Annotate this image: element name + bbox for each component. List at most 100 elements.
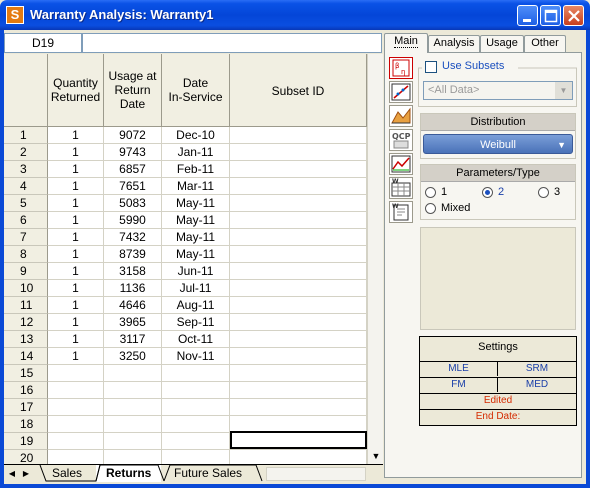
selected-cell-outline[interactable] (230, 431, 367, 449)
table-row[interactable]: 11 1 4646 Aug-11 (4, 297, 367, 314)
subset-combo[interactable]: <All Data> ▼ (423, 81, 573, 100)
plot-button[interactable] (389, 81, 413, 103)
tab-main[interactable]: Main (384, 33, 428, 53)
row-number[interactable]: 11 (4, 297, 48, 314)
minimize-button[interactable] (517, 5, 538, 26)
cell-subset-id[interactable] (230, 331, 367, 348)
table-row[interactable]: 10 1 1136 Jul-11 (4, 280, 367, 297)
formula-bar[interactable] (82, 33, 382, 53)
cell-usage-at-return-date[interactable]: 6857 (104, 161, 162, 178)
cell-quantity-returned[interactable]: 1 (48, 212, 104, 229)
table-row[interactable]: 7 1 7432 May-11 (4, 229, 367, 246)
table-row[interactable]: 12 1 3965 Sep-11 (4, 314, 367, 331)
cell-date-in-service[interactable]: May-11 (162, 195, 230, 212)
cell-date-in-service[interactable] (162, 399, 230, 416)
data-sheet[interactable]: Quantity Returned Usage at Return Date D… (4, 54, 367, 464)
cell-quantity-returned[interactable]: 1 (48, 331, 104, 348)
cell-date-in-service[interactable]: Dec-10 (162, 127, 230, 144)
cell-usage-at-return-date[interactable]: 7432 (104, 229, 162, 246)
cell-subset-id[interactable] (230, 229, 367, 246)
cell-usage-at-return-date[interactable]: 3117 (104, 331, 162, 348)
cell-quantity-returned[interactable] (48, 399, 104, 416)
cell-date-in-service[interactable]: May-11 (162, 229, 230, 246)
cell-usage-at-return-date[interactable] (104, 365, 162, 382)
tab-usage[interactable]: Usage (480, 35, 524, 52)
cell-quantity-returned[interactable]: 1 (48, 127, 104, 144)
table-row[interactable]: 13 1 3117 Oct-11 (4, 331, 367, 348)
cell-date-in-service[interactable] (162, 382, 230, 399)
row-number[interactable]: 9 (4, 263, 48, 280)
cell-usage-at-return-date[interactable] (104, 433, 162, 450)
cell-usage-at-return-date[interactable]: 4646 (104, 297, 162, 314)
cell-date-in-service[interactable] (162, 450, 230, 464)
table-row[interactable]: 9 1 3158 Jun-11 (4, 263, 367, 280)
cell-usage-at-return-date[interactable]: 5083 (104, 195, 162, 212)
3d-plot-button[interactable] (389, 105, 413, 127)
cell-subset-id[interactable] (230, 365, 367, 382)
cell-quantity-returned[interactable]: 1 (48, 314, 104, 331)
cell-quantity-returned[interactable] (48, 433, 104, 450)
cell-reference-box[interactable]: D19 (4, 33, 82, 53)
cell-subset-id[interactable] (230, 263, 367, 280)
cell-usage-at-return-date[interactable] (104, 382, 162, 399)
cell-usage-at-return-date[interactable]: 9743 (104, 144, 162, 161)
row-number[interactable]: 6 (4, 212, 48, 229)
cell-quantity-returned[interactable] (48, 382, 104, 399)
scroll-down-arrow-icon[interactable]: ▼ (368, 448, 384, 464)
cell-date-in-service[interactable]: Jun-11 (162, 263, 230, 280)
row-number[interactable]: 4 (4, 178, 48, 195)
cell-quantity-returned[interactable]: 1 (48, 280, 104, 297)
cell-usage-at-return-date[interactable]: 3965 (104, 314, 162, 331)
cell-date-in-service[interactable]: Sep-11 (162, 314, 230, 331)
qcp-button[interactable]: QCP (389, 129, 413, 151)
cell-subset-id[interactable] (230, 450, 367, 464)
chart-button[interactable] (389, 153, 413, 175)
cell-usage-at-return-date[interactable]: 5990 (104, 212, 162, 229)
row-number[interactable]: 12 (4, 314, 48, 331)
corner-header[interactable] (4, 54, 48, 127)
table-row[interactable]: 3 1 6857 Feb-11 (4, 161, 367, 178)
sheet-tab-returns[interactable]: Returns (96, 465, 162, 482)
table-row[interactable]: 17 (4, 399, 367, 416)
sheet-tab-future-sales[interactable]: Future Sales (164, 465, 252, 482)
row-number[interactable]: 16 (4, 382, 48, 399)
cell-date-in-service[interactable]: May-11 (162, 246, 230, 263)
cell-subset-id[interactable] (230, 212, 367, 229)
cell-subset-id[interactable] (230, 178, 367, 195)
cell-date-in-service[interactable]: Mar-11 (162, 178, 230, 195)
row-number[interactable]: 13 (4, 331, 48, 348)
cell-subset-id[interactable] (230, 144, 367, 161)
cell-usage-at-return-date[interactable]: 1136 (104, 280, 162, 297)
cell-subset-id[interactable] (230, 314, 367, 331)
distribution-dropdown[interactable]: Weibull ▼ (423, 134, 573, 154)
column-header-usage-at-return-date[interactable]: Usage at Return Date (104, 54, 162, 127)
cell-quantity-returned[interactable]: 1 (48, 229, 104, 246)
cell-quantity-returned[interactable]: 1 (48, 297, 104, 314)
cell-quantity-returned[interactable] (48, 416, 104, 433)
table-row[interactable]: 20 (4, 450, 367, 464)
cell-date-in-service[interactable] (162, 365, 230, 382)
use-subsets-checkbox[interactable] (425, 61, 437, 73)
sheet-tab-sales[interactable]: Sales (42, 465, 92, 482)
param-radio-3[interactable] (538, 187, 549, 198)
cell-date-in-service[interactable]: Jan-11 (162, 144, 230, 161)
cell-date-in-service[interactable] (162, 433, 230, 450)
param-radio-1[interactable] (425, 187, 436, 198)
cell-date-in-service[interactable]: Feb-11 (162, 161, 230, 178)
cell-usage-at-return-date[interactable] (104, 450, 162, 464)
row-number[interactable]: 17 (4, 399, 48, 416)
cell-usage-at-return-date[interactable] (104, 416, 162, 433)
cell-quantity-returned[interactable] (48, 365, 104, 382)
row-number[interactable]: 3 (4, 161, 48, 178)
horizontal-scrollbar[interactable] (266, 467, 366, 481)
cell-usage-at-return-date[interactable]: 3250 (104, 348, 162, 365)
table-row[interactable]: 2 1 9743 Jan-11 (4, 144, 367, 161)
report-button[interactable]: W (389, 177, 413, 199)
chevron-down-icon[interactable]: ▼ (555, 82, 572, 99)
cell-quantity-returned[interactable] (48, 450, 104, 464)
row-number[interactable]: 15 (4, 365, 48, 382)
cell-quantity-returned[interactable]: 1 (48, 348, 104, 365)
cell-usage-at-return-date[interactable]: 7651 (104, 178, 162, 195)
cell-usage-at-return-date[interactable]: 3158 (104, 263, 162, 280)
cell-date-in-service[interactable]: Oct-11 (162, 331, 230, 348)
